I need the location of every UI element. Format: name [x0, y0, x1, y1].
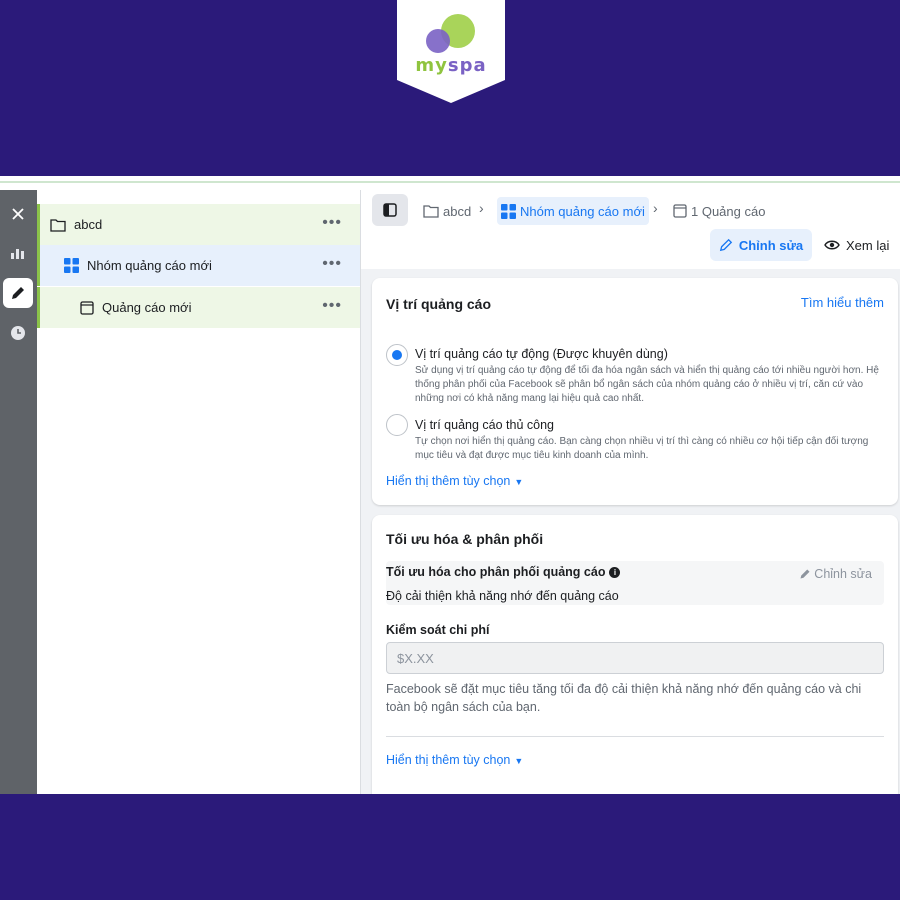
- more-icon[interactable]: •••: [322, 298, 342, 314]
- edit-button[interactable]: Chỉnh sửa: [710, 229, 812, 261]
- caret-down-icon: ▼: [514, 756, 524, 766]
- chevron-right-icon: ›: [479, 200, 484, 216]
- chevron-right-icon: ›: [653, 200, 658, 216]
- tree-item-label: abcd: [74, 217, 103, 232]
- folder-icon: [50, 218, 66, 232]
- tree-item-label: Quảng cáo mới: [102, 300, 192, 315]
- breadcrumb-label: abcd: [443, 203, 472, 219]
- clock-icon: [11, 326, 25, 340]
- breadcrumb-ads[interactable]: 1 Quảng cáo: [673, 200, 765, 222]
- tree-item-campaign[interactable]: abcd •••: [37, 204, 360, 245]
- grid-icon: [501, 203, 516, 219]
- radio-manual-placement[interactable]: [386, 414, 408, 436]
- cost-control-label: Kiểm soát chi phí: [386, 623, 490, 637]
- myspa-logo-text: myspa: [397, 55, 505, 76]
- edit-delivery-link[interactable]: Chỉnh sửa: [799, 567, 872, 581]
- sidebar-toggle-icon: [383, 203, 397, 217]
- optimization-title: Tối ưu hóa & phân phối: [386, 531, 544, 547]
- grid-icon: [64, 258, 79, 273]
- radio-automatic-placement[interactable]: [386, 344, 408, 366]
- show-more-options-link[interactable]: Hiển thị thêm tùy chọn ▼: [386, 474, 523, 488]
- top-divider: [0, 181, 900, 183]
- delivery-label-row: Tối ưu hóa cho phân phối quảng cáo i: [386, 565, 621, 579]
- tree-item-label: Nhóm quảng cáo mới: [87, 258, 212, 273]
- edit-mode-button[interactable]: [3, 278, 33, 308]
- caret-down-icon: ▼: [514, 477, 524, 487]
- bar-chart-icon: [11, 249, 24, 259]
- show-more-options-link[interactable]: Hiển thị thêm tùy chọn ▼: [386, 753, 523, 767]
- tree-item-adset[interactable]: Nhóm quảng cáo mới •••: [37, 245, 360, 286]
- delivery-optimization-box: Tối ưu hóa cho phân phối quảng cáo i Độ c…: [386, 561, 884, 605]
- campaign-tree: abcd ••• Nhóm quảng cáo mới ••• Quảng cá…: [37, 190, 361, 794]
- placement-title: Vị trí quảng cáo: [386, 296, 492, 312]
- history-button[interactable]: [3, 318, 33, 348]
- eye-icon: [824, 240, 840, 250]
- edit-link-label: Chỉnh sửa: [814, 567, 872, 581]
- left-rail: [0, 190, 37, 794]
- reports-button[interactable]: [3, 238, 33, 268]
- info-icon[interactable]: i: [609, 567, 621, 578]
- learn-more-link[interactable]: Tìm hiểu thêm: [801, 295, 884, 310]
- logo-text-spa: spa: [447, 55, 487, 76]
- show-more-label: Hiển thị thêm tùy chọn: [386, 474, 511, 488]
- ad-icon: [80, 300, 94, 315]
- ad-icon: [673, 204, 687, 218]
- logo-text-my: my: [415, 55, 448, 76]
- pencil-icon: [719, 238, 733, 252]
- option-title: Vị trí quảng cáo thủ công: [415, 418, 554, 432]
- breadcrumb-adset[interactable]: Nhóm quảng cáo mới: [497, 197, 649, 225]
- tree-item-ad[interactable]: Quảng cáo mới •••: [37, 287, 360, 328]
- close-button[interactable]: [3, 199, 33, 229]
- delivery-value: Độ cải thiện khả năng nhớ đến quảng cáo: [386, 589, 619, 603]
- toggle-sidebar-button[interactable]: [372, 194, 408, 226]
- main-panel: abcd › Nhóm quảng cáo mới › 1 Quảng cáo …: [361, 190, 900, 794]
- myspa-logo-icon: [426, 14, 475, 53]
- breadcrumb-campaign[interactable]: abcd: [423, 200, 471, 222]
- option-title: Vị trí quảng cáo tự động (Được khuyên dù…: [415, 347, 668, 361]
- cost-control-description: Facebook sẽ đặt mục tiêu tăng tối đa độ …: [386, 682, 862, 714]
- show-more-label: Hiển thị thêm tùy chọn: [386, 753, 511, 767]
- folder-icon: [423, 205, 439, 218]
- breadcrumb-label: 1 Quảng cáo: [691, 203, 766, 219]
- placement-card: Vị trí quảng cáo Tìm hiểu thêm Vị trí qu…: [372, 278, 898, 505]
- more-icon[interactable]: •••: [322, 256, 342, 272]
- delivery-label: Tối ưu hóa cho phân phối quảng cáo: [386, 565, 606, 579]
- more-icon[interactable]: •••: [322, 215, 342, 231]
- cost-control-input[interactable]: $X.XX: [386, 642, 884, 674]
- breadcrumb-label: Nhóm quảng cáo mới: [520, 203, 645, 219]
- pencil-icon: [12, 287, 24, 299]
- panel-header: abcd › Nhóm quảng cáo mới › 1 Quảng cáo …: [361, 190, 900, 269]
- edit-button-label: Chỉnh sửa: [738, 237, 804, 253]
- option-description: Sử dụng vị trí quảng cáo tự động để tối …: [415, 365, 879, 404]
- option-description: Tự chọn nơi hiển thị quảng cáo. Bạn càng…: [415, 436, 869, 461]
- ads-manager-screenshot: abcd ••• Nhóm quảng cáo mới ••• Quảng cá…: [0, 176, 900, 794]
- myspa-logo-badge: myspa: [397, 0, 505, 103]
- divider: [386, 736, 884, 737]
- pencil-icon: [800, 569, 810, 579]
- optimization-card: Tối ưu hóa & phân phối Tối ưu hóa cho ph…: [372, 515, 898, 794]
- close-icon: [12, 208, 24, 220]
- review-button[interactable]: Xem lại: [824, 229, 900, 261]
- review-button-label: Xem lại: [846, 237, 890, 253]
